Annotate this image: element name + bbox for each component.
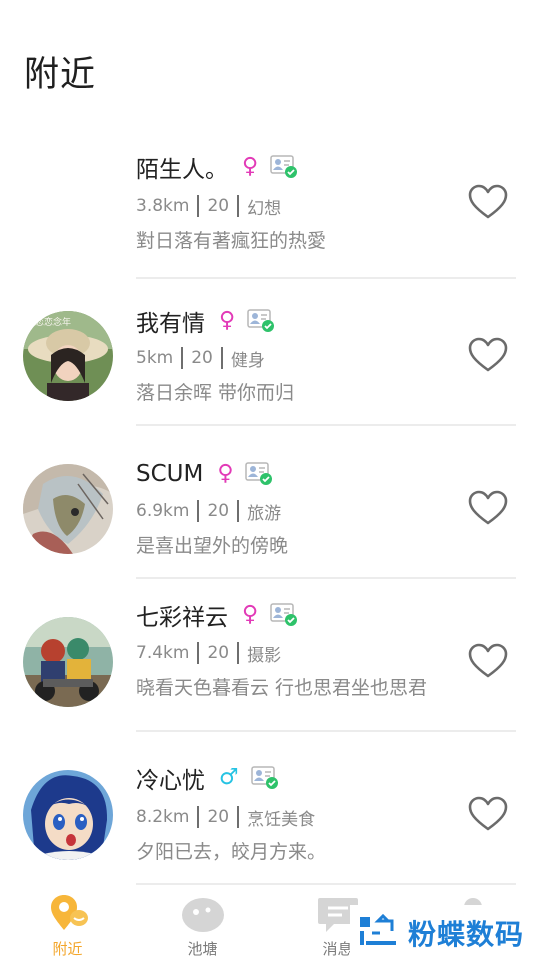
verified-id-icon [270,155,298,179]
user-bio: 落日余晖 带你而归 [136,382,295,404]
verified-id-icon [250,766,279,790]
watermark-text: 粉蝶数码 [408,917,525,951]
user-meta: 5km 20 健身 [136,345,265,371]
user-interest: 烹饪美食 [247,809,316,830]
user-distance: 8.2km [136,807,190,827]
user-name-line: 七彩祥云 ♀ [136,598,298,632]
avatar[interactable] [23,770,113,860]
user-row[interactable]: 七彩祥云 ♀ 7.4km 20 摄影 晓看天色暮看云 行也思君坐也思君 [0,579,540,732]
user-name-line: 陌生人。 ♀ [136,150,298,184]
user-name: 陌生人。 [136,157,228,183]
meta-divider [197,500,200,522]
user-row[interactable]: SCUM ♀ 6.9km 20 旅游 是喜出望外的傍晚 [0,426,540,579]
tab-label: 附近 [52,940,83,958]
user-distance: 6.9km [136,501,190,521]
location-pin-icon [46,894,90,934]
heart-icon[interactable] [468,796,508,832]
meta-divider [220,347,223,369]
user-distance: 7.4km [136,643,190,663]
meta-divider [181,347,184,369]
meta-divider [237,806,240,828]
male-icon: ♂ [219,765,239,790]
watermark-logo-icon [356,913,402,953]
user-age: 20 [191,348,213,368]
avatar[interactable]: 恋恋念年 [23,311,113,401]
user-name-line: 冷心忧 ♂ [136,761,279,795]
meta-divider [237,642,240,664]
user-name-line: SCUM ♀ [136,457,273,491]
user-interest: 幻想 [247,198,282,219]
user-meta: 6.9km 20 旅游 [136,498,281,524]
user-interest: 健身 [230,350,265,371]
user-name: 我有情 [136,311,205,337]
avatar[interactable] [23,617,113,707]
user-bio: 是喜出望外的傍晚 [136,535,289,557]
female-icon: ♀ [219,308,236,333]
user-meta: 3.8km 20 幻想 [136,193,281,219]
meta-divider [197,195,200,217]
meta-divider [197,806,200,828]
verified-id-icon [247,309,275,333]
pond-icon [181,894,225,934]
user-meta: 8.2km 20 烹饪美食 [136,804,315,830]
meta-divider [197,642,200,664]
user-name: 七彩祥云 [136,605,228,631]
user-distance: 3.8km [136,196,190,216]
heart-icon[interactable] [468,337,508,373]
heart-icon[interactable] [468,643,508,679]
user-age: 20 [207,501,230,521]
user-bio: 對日落有著瘋狂的热愛 [136,230,327,252]
verified-id-icon [245,462,273,486]
tab-nearby[interactable]: 附近 [0,886,135,960]
page-title: 附近 [24,55,97,95]
user-meta: 7.4km 20 摄影 [136,640,281,666]
tab-label: 池塘 [187,940,218,958]
verified-id-icon [270,603,298,627]
svg-text:恋恋念年: 恋恋念年 [35,316,71,328]
avatar[interactable] [23,464,113,554]
watermark: 粉蝶数码 [350,905,535,960]
row-divider [136,883,516,885]
heart-icon[interactable] [468,184,508,220]
user-bio: 晓看天色暮看云 行也思君坐也思君 [136,677,428,699]
female-icon: ♀ [242,154,259,179]
meta-divider [237,195,240,217]
user-age: 20 [207,807,230,827]
user-interest: 旅游 [247,503,282,524]
user-row[interactable]: 陌生人。 ♀ 3.8km 20 幻想 對日落有著瘋狂的热愛 [0,126,540,279]
user-age: 20 [207,643,230,663]
user-bio: 夕阳已去，皎月方来。 [136,841,327,863]
user-name: 冷心忧 [136,768,205,794]
female-icon: ♀ [217,461,234,486]
user-row[interactable]: 恋恋念年 我有情 ♀ 5km 20 健身 落日余晖 带你而归 [0,273,540,426]
heart-icon[interactable] [468,490,508,526]
user-interest: 摄影 [247,645,282,666]
meta-divider [237,500,240,522]
user-row[interactable]: 冷心忧 ♂ 8.2km 20 烹饪美食 夕阳已去，皎月方来。 [0,732,540,885]
user-distance: 5km [136,348,174,368]
female-icon: ♀ [242,602,259,627]
user-age: 20 [207,196,230,216]
tab-pond[interactable]: 池塘 [135,886,270,960]
user-name-line: 我有情 ♀ [136,304,275,338]
user-name: SCUM [136,461,204,487]
